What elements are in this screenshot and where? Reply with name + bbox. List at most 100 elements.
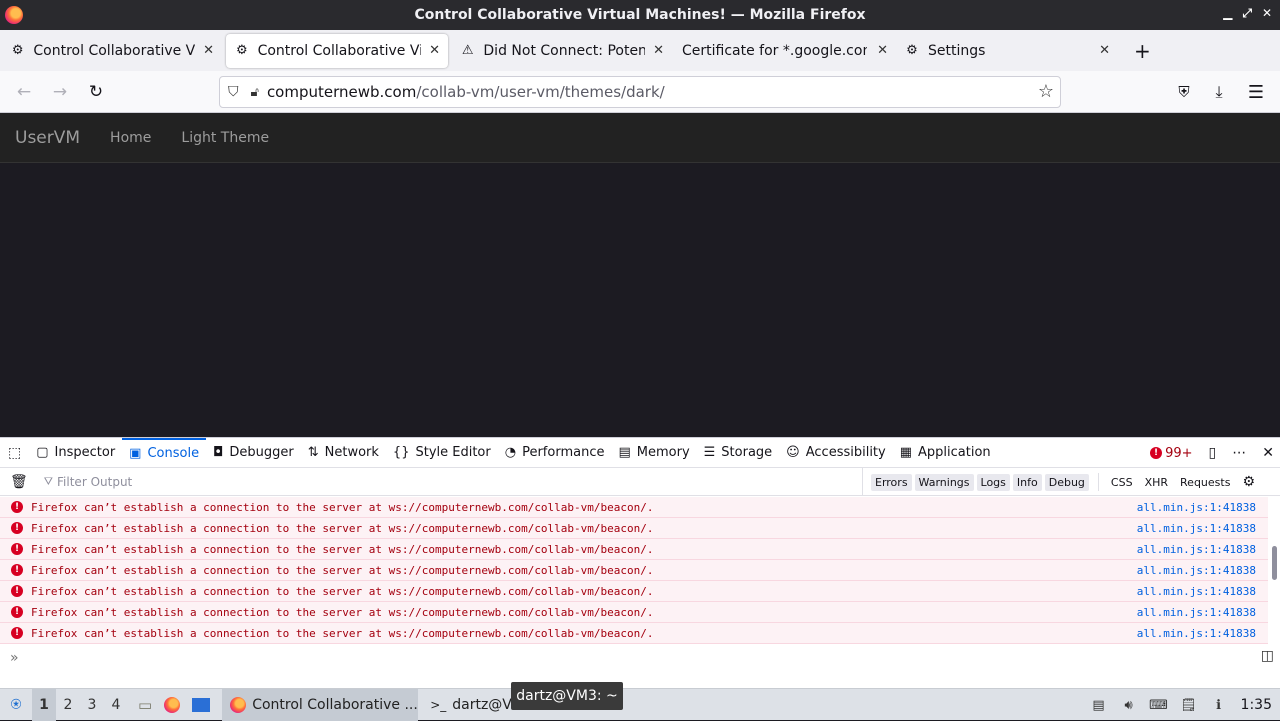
console-prompt-chevron-icon[interactable]: » — [10, 650, 19, 666]
style-editor-icon: {} — [392, 445, 410, 460]
pocket-icon[interactable]: ⛨ — [1172, 80, 1196, 104]
console-output: ! Firefox can’t establish a connection to… — [0, 497, 1268, 645]
tab-style-editor[interactable]: {} Style Editor — [386, 438, 498, 468]
message-text: Firefox can’t establish a connection to … — [31, 584, 654, 598]
dock-side-icon[interactable]: ▯ — [1209, 445, 1217, 461]
desktop-icon[interactable] — [192, 697, 211, 712]
keyboard-icon[interactable]: ⌨ — [1149, 697, 1168, 713]
tab-memory[interactable]: ▤ Memory — [611, 438, 696, 468]
clipboard-icon[interactable]: ▤ — [1091, 697, 1107, 713]
message-source-link[interactable]: all.min.js:1:41838 — [1137, 585, 1256, 598]
console-message[interactable]: ! Firefox can’t establish a connection to… — [0, 539, 1268, 560]
url-bar[interactable]: ⛉ 🔓︎ computernewb.com/collab-vm/user-vm/… — [219, 76, 1061, 108]
more-options-icon[interactable]: ⋯ — [1232, 445, 1246, 461]
tab-debugger[interactable]: ◘ Debugger — [206, 438, 301, 468]
reload-icon[interactable]: ↻ — [84, 80, 108, 104]
console-message[interactable]: ! Firefox can’t establish a connection to… — [0, 602, 1268, 623]
error-icon: ! — [11, 627, 23, 639]
message-source-link[interactable]: all.min.js:1:41838 — [1137, 522, 1256, 535]
console-settings-gear-icon[interactable]: ⚙ — [1242, 474, 1255, 490]
tab-performance[interactable]: ◔ Performance — [498, 438, 612, 468]
nav-link-light-theme[interactable]: Light Theme — [181, 130, 269, 146]
forward-arrow-icon[interactable]: → — [48, 80, 72, 104]
close-devtools-icon[interactable]: ✕ — [1262, 445, 1274, 461]
lock-icon[interactable]: 🔓︎ — [251, 85, 259, 100]
browser-tab-active[interactable]: ⚙ Control Collaborative Virtual Machines… — [226, 33, 448, 68]
console-scrollbar[interactable] — [1272, 546, 1277, 580]
console-message[interactable]: ! Firefox can’t establish a connection to… — [0, 581, 1268, 602]
error-count-badge[interactable]: ! 99+ — [1150, 445, 1193, 461]
notes-icon[interactable]: 🗒︎ — [1180, 697, 1197, 713]
close-window-icon[interactable]: ✕ — [1262, 6, 1272, 21]
download-icon[interactable]: ⤓ — [1207, 80, 1231, 104]
console-message[interactable]: ! Firefox can’t establish a connection to… — [0, 560, 1268, 581]
message-source-link[interactable]: all.min.js:1:41838 — [1137, 627, 1256, 640]
tab-label: Did Not Connect: Potential Security Issu… — [483, 42, 646, 59]
browser-tab[interactable]: ⚙ Settings ✕ — [896, 34, 1118, 68]
error-count: 99+ — [1165, 445, 1193, 461]
error-icon: ! — [11, 585, 23, 597]
filter-info[interactable]: Info — [1012, 473, 1042, 491]
back-arrow-icon[interactable]: ← — [12, 80, 36, 104]
message-source-link[interactable]: all.min.js:1:41838 — [1137, 501, 1256, 514]
tab-application[interactable]: ▦ Application — [893, 438, 998, 468]
browser-tab[interactable]: Certificate for *.google.com ✕ — [674, 34, 896, 68]
desktop-taskbar: ⍟ 1 2 3 4 ▭ Control Collaborative ... >_… — [0, 688, 1280, 721]
new-tab-icon[interactable]: + — [1134, 39, 1151, 63]
task-firefox[interactable]: Control Collaborative ... — [222, 688, 419, 721]
browser-tab[interactable]: ⚙ Control Collaborative Virtual Machines… — [2, 34, 222, 68]
filter-css[interactable]: CSS — [1105, 476, 1139, 489]
tab-inspector[interactable]: ▢ Inspector — [29, 438, 122, 468]
filter-warnings[interactable]: Warnings — [914, 473, 974, 491]
close-tab-icon[interactable]: ✕ — [1099, 43, 1110, 58]
firefox-icon — [230, 696, 247, 713]
tracking-shield-icon[interactable]: ⛉ — [228, 84, 239, 100]
message-text: Firefox can’t establish a connection to … — [31, 521, 654, 535]
notification-icon[interactable]: ℹ — [1211, 697, 1227, 713]
bookmark-star-icon[interactable]: ☆ — [1038, 81, 1054, 102]
workspace-3[interactable]: 3 — [80, 697, 104, 713]
element-picker-icon[interactable]: ⬚ — [8, 445, 21, 461]
menu-hamburger-icon[interactable]: ☰ — [1244, 80, 1268, 104]
trash-icon[interactable]: 🗑︎ — [10, 474, 28, 490]
close-tab-icon[interactable]: ✕ — [429, 43, 440, 58]
file-manager-icon[interactable]: ▭ — [138, 696, 152, 714]
workspace-1[interactable]: 1 — [32, 688, 56, 721]
nav-link-home[interactable]: Home — [110, 130, 151, 146]
message-text: Firefox can’t establish a connection to … — [31, 626, 654, 640]
workspace-4[interactable]: 4 — [104, 697, 128, 713]
close-tab-icon[interactable]: ✕ — [653, 43, 664, 58]
tab-storage[interactable]: ☰ Storage — [697, 438, 780, 468]
filter-logs[interactable]: Logs — [976, 473, 1010, 491]
minimize-icon[interactable]: ▁ — [1223, 6, 1232, 21]
filter-input[interactable]: Filter Output — [57, 475, 132, 489]
volume-icon[interactable]: 🔊︎ — [1121, 697, 1137, 713]
workspace-2[interactable]: 2 — [56, 697, 80, 713]
tab-accessibility[interactable]: ☺ Accessibility — [779, 438, 893, 468]
message-source-link[interactable]: all.min.js:1:41838 — [1137, 543, 1256, 556]
maximize-icon[interactable]: ⤢ — [1242, 6, 1252, 21]
browser-tab[interactable]: ⚠ Did Not Connect: Potential Security Is… — [452, 34, 672, 68]
filter-debug[interactable]: Debug — [1044, 473, 1089, 491]
close-tab-icon[interactable]: ✕ — [203, 43, 214, 58]
message-source-link[interactable]: all.min.js:1:41838 — [1137, 564, 1256, 577]
close-tab-icon[interactable]: ✕ — [877, 43, 888, 58]
tab-label: Storage — [721, 445, 773, 460]
site-brand[interactable]: UserVM — [15, 128, 80, 148]
task-terminal[interactable]: >_ dartz@VM3: ~ — [422, 689, 512, 721]
tab-label: Memory — [636, 445, 690, 460]
console-message[interactable]: ! Firefox can’t establish a connection to… — [0, 497, 1268, 518]
clock[interactable]: 1:35 — [1241, 697, 1272, 713]
filter-requests[interactable]: Requests — [1174, 476, 1236, 489]
console-message[interactable]: ! Firefox can’t establish a connection to… — [0, 623, 1268, 644]
filter-xhr[interactable]: XHR — [1139, 476, 1174, 489]
tab-network[interactable]: ⇅ Network — [301, 438, 386, 468]
start-menu-icon[interactable]: ⍟ — [0, 689, 32, 721]
firefox-launcher-icon[interactable] — [164, 696, 181, 713]
sidebar-toggle-icon[interactable]: ◫ — [1261, 648, 1274, 664]
message-source-link[interactable]: all.min.js:1:41838 — [1137, 606, 1256, 619]
tab-console[interactable]: ▣ Console — [122, 437, 207, 468]
console-message[interactable]: ! Firefox can’t establish a connection to… — [0, 518, 1268, 539]
filter-errors[interactable]: Errors — [871, 473, 912, 491]
system-tray: ▤ 🔊︎ ⌨ 🗒︎ ℹ 1:35 — [1091, 689, 1280, 721]
